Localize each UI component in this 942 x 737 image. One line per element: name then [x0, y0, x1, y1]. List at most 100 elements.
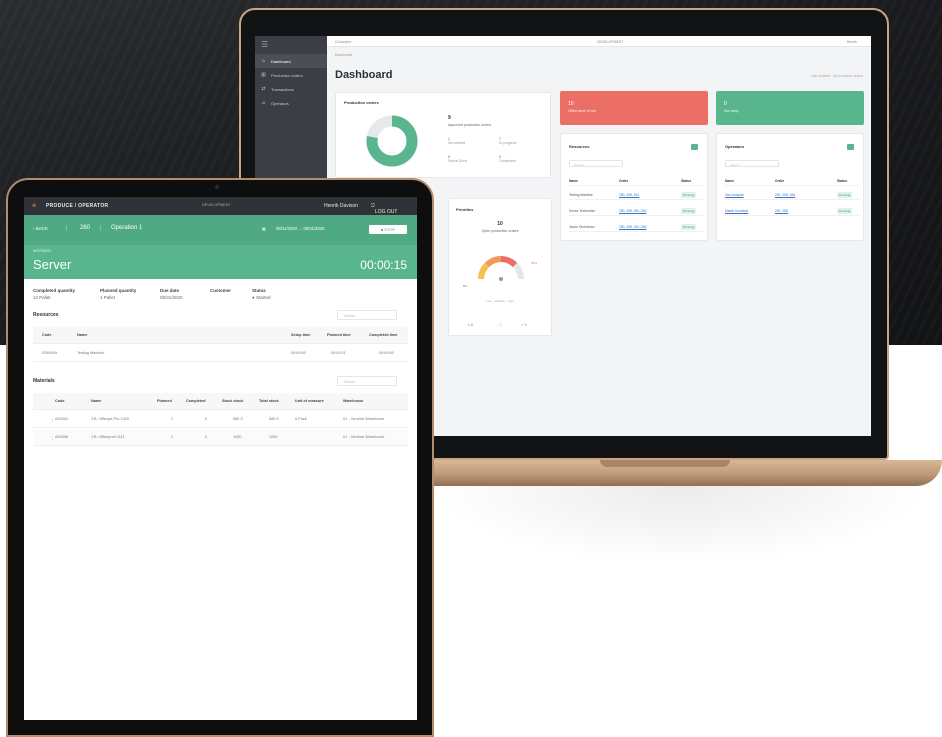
- sidebar-item-operators[interactable]: ☺ Operators: [255, 96, 327, 110]
- stop-button[interactable]: ■ STOP: [369, 225, 407, 234]
- resources-table: Code Name Setup time Planned time Comple…: [33, 327, 408, 363]
- table-row[interactable]: ⋮ A00001 J.B. Officejet Pro 1420 1 0 585…: [33, 411, 408, 428]
- sidebar-item-label: Operators: [271, 100, 289, 106]
- cell-order-link[interactable]: 250, 255, 261: [619, 193, 639, 197]
- table-row[interactable]: Marek Kowalski 250, 258 Running: [725, 206, 859, 216]
- info-completed-quantity: Completed quantity 12 Pallet: [33, 288, 75, 300]
- tablet-topbar: ✣ PRODUCE / OPERATOR DEVELOPMENT Henrik …: [24, 197, 417, 215]
- card-title: Production orders: [344, 100, 379, 105]
- transfer-icon: ⇄: [261, 86, 266, 92]
- sidebar-item-label: Transactions: [271, 86, 294, 92]
- kpi-label: Due today: [724, 109, 739, 113]
- column-header: Name: [91, 399, 102, 403]
- table-header: Name Order Status: [725, 176, 859, 186]
- column-header: Unit of measure: [295, 399, 324, 403]
- cell-code: R30000x: [42, 351, 58, 355]
- info-status: Status ● Started: [252, 288, 270, 300]
- order-number: 260: [80, 225, 91, 231]
- operation-header: ‹ BACK | 260 | Operation 1 ▦ 08/31/2020 …: [24, 215, 417, 279]
- priority-low-value: 0: [470, 323, 473, 327]
- table-row[interactable]: R30000x Testing Machine 00:00:00 00:00:0…: [33, 345, 408, 362]
- priority-high-count: ↗ 8: [521, 323, 527, 327]
- column-header: Status: [681, 179, 692, 183]
- column-header: Planned time: [327, 333, 351, 337]
- info-label: Customer: [210, 288, 232, 293]
- gauge-legend: Low · Medium · High: [486, 299, 514, 303]
- cell-order-link[interactable]: 250, 255, 266: [775, 193, 795, 197]
- home-icon: ⌂: [261, 58, 266, 64]
- cell-name: J.B. Officeprint 1111: [91, 435, 125, 439]
- cell-name-link[interactable]: Marek Kowalski: [725, 209, 748, 213]
- kpi-offline-card[interactable]: 10 Offline since 10 min: [560, 91, 708, 125]
- cell-stock: 585 S: [233, 417, 243, 421]
- operators-search-input[interactable]: Search: [725, 160, 779, 167]
- priorities-count-label: Open production orders: [481, 229, 519, 233]
- stat-label: Partial Done: [448, 159, 468, 163]
- sidebar-item-transactions[interactable]: ⇄ Transactions: [255, 82, 327, 96]
- cell-order-link[interactable]: 250, 258: [775, 209, 788, 213]
- operators-badge: [847, 144, 854, 150]
- menu-icon[interactable]: ☰: [255, 36, 327, 54]
- kpi-value: 10: [568, 101, 574, 107]
- date-range: 08/31/2020 → 08/31/2020: [276, 226, 325, 231]
- breadcrumb[interactable]: Dashboard: [335, 53, 352, 57]
- kpi-due-today-card[interactable]: 0 Due today: [716, 91, 864, 125]
- sidebar-item-production-orders[interactable]: ▥ Production orders: [255, 68, 327, 82]
- sidebar-item-dashboard[interactable]: ⌂ Dashboard: [255, 54, 327, 68]
- operators-table: Name Order Status Ida Lindqvist 250, 255…: [725, 176, 859, 236]
- item-name: Server: [33, 257, 72, 272]
- cell-name-link[interactable]: Ida Lindqvist: [725, 193, 744, 197]
- resources-search-input[interactable]: Search: [569, 160, 623, 167]
- column-header: Total stock: [259, 399, 279, 403]
- user-name[interactable]: Henrik: [847, 40, 857, 44]
- info-label: Due date: [160, 288, 180, 293]
- materials-search-input[interactable]: Search: [337, 376, 397, 386]
- table-header: Code Name Planned Completed Stock stock …: [33, 393, 408, 410]
- cell-setup-time: 00:00:00: [291, 351, 306, 355]
- cell-stock: 1050: [233, 435, 242, 439]
- resources-search-input[interactable]: Search: [337, 310, 397, 320]
- info-due-date: Due date 08/31/2020: [160, 288, 183, 300]
- user-name[interactable]: Henrik Davison: [324, 203, 358, 209]
- brand-logo-icon: ✣: [32, 203, 37, 209]
- column-header: Code: [55, 399, 65, 403]
- table-row[interactable]: Senior Technician 250, 258, 260, 263 Run…: [569, 206, 703, 216]
- info-label: Completed quantity: [33, 288, 76, 293]
- status-badge: Running: [837, 192, 853, 198]
- cell-planned: 1: [171, 417, 174, 421]
- resources-badge: [691, 144, 698, 150]
- table-row[interactable]: Junior Technician 250, 255, 262, 266 Run…: [569, 222, 703, 232]
- cell-uom: 6 Pack: [295, 417, 307, 421]
- status-badge: Running: [681, 192, 697, 198]
- cell-order-link[interactable]: 250, 255, 262, 266: [619, 225, 647, 229]
- materials-section-title: Materials: [33, 378, 55, 384]
- info-value: 12 Pallet: [33, 295, 51, 300]
- table-row[interactable]: ⋮ A00006 J.B. Officeprint 1111 1 0 1050 …: [33, 429, 408, 446]
- column-header: Name: [725, 179, 734, 183]
- table-row[interactable]: Ida Lindqvist 250, 255, 266 Running: [725, 190, 859, 200]
- table-row[interactable]: Testing Machine 250, 255, 261 Running: [569, 190, 703, 200]
- column-header: Code: [42, 333, 52, 337]
- cell-code: A00006: [55, 435, 69, 439]
- orders-count-label: Approved production orders: [448, 123, 492, 127]
- column-header: Planned: [157, 399, 172, 403]
- operators-card: Operators Search Name Order Status Ida L…: [716, 133, 864, 241]
- stat-label: Not started: [448, 141, 466, 145]
- materials-table: Code Name Planned Completed Stock stock …: [33, 393, 408, 447]
- logout-button[interactable]: ⎋ LOG OUT: [371, 203, 397, 215]
- column-header: Completed: [186, 399, 206, 403]
- back-button[interactable]: ‹ BACK: [33, 226, 48, 231]
- card-title: Operators: [725, 144, 745, 149]
- resources-card: Resources Search Name Order Status Testi…: [560, 133, 708, 241]
- cell-warehouse: 01 - General Warehouse: [343, 417, 385, 421]
- cell-name: Testing Machine: [77, 351, 105, 355]
- priority-low-count: ↘ 0: [467, 323, 473, 327]
- priority-medium-value: 2: [499, 323, 502, 327]
- resources-table: Name Order Status Testing Machine 250, 2…: [569, 176, 703, 236]
- cell-name: Testing Machine: [569, 193, 593, 197]
- cell-name: Senior Technician: [569, 209, 595, 213]
- tablet-screen: ✣ PRODUCE / OPERATOR DEVELOPMENT Henrik …: [24, 197, 417, 720]
- cell-order-link[interactable]: 250, 258, 260, 263: [619, 209, 647, 213]
- production-orders-donut: [366, 115, 418, 167]
- operation-timer: 00:00:15: [360, 258, 407, 272]
